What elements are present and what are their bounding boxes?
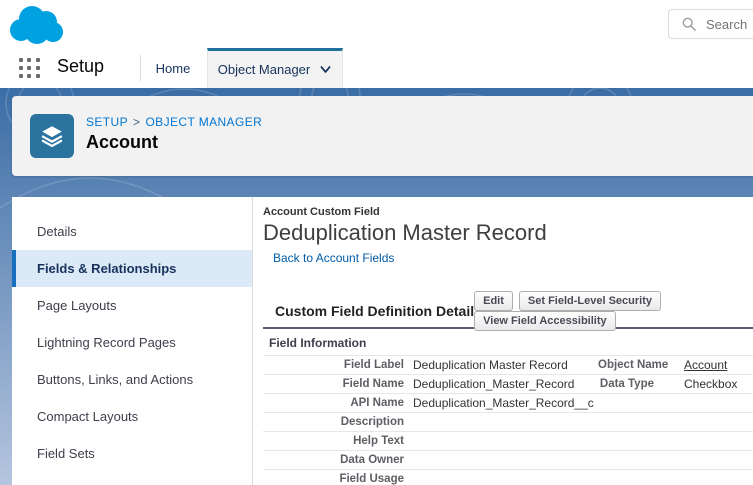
field-row-value: Deduplication Master Record <box>413 358 568 372</box>
top-bar <box>0 0 753 48</box>
field-title: Deduplication Master Record <box>263 220 547 245</box>
field-row-label-2: Data Type <box>599 378 654 390</box>
field-row-value-2: Checkbox <box>684 377 738 391</box>
sidebar-item-object-limits[interactable]: Object Limits <box>12 472 252 485</box>
edit-button[interactable]: Edit <box>474 291 513 311</box>
field-row-label: Field Name <box>342 378 404 390</box>
field-row-label: Field Label <box>343 359 404 371</box>
tab-object-manager-label: Object Manager <box>217 62 311 77</box>
object-name-link[interactable]: Account <box>684 358 727 372</box>
field-row-data-owner: Data Owner <box>263 450 753 469</box>
field-row-label-2: Object Name <box>598 359 669 371</box>
breadcrumb: SETUP > OBJECT MANAGER <box>86 115 262 129</box>
detail-button-group: Edit Set Field-Level SecurityView Field A… <box>474 291 753 331</box>
search-icon <box>682 17 696 31</box>
search-input[interactable] <box>706 16 753 32</box>
field-row-label: API Name <box>350 397 404 409</box>
sidebar-item-field-sets[interactable]: Field Sets <box>12 435 252 472</box>
sidebar-item-page-layouts[interactable]: Page Layouts <box>12 287 252 324</box>
object-manager-icon <box>30 114 74 158</box>
field-row-label: Data Owner <box>340 454 404 466</box>
field-information-title: Field Information <box>269 336 367 350</box>
breadcrumb-separator: > <box>133 115 141 129</box>
breadcrumb-setup-link[interactable]: SETUP <box>86 115 128 129</box>
field-row-value: Deduplication_Master_Record <box>413 377 575 391</box>
field-row-value: Deduplication_Master_Record__c <box>413 396 594 410</box>
field-row-field-label: Field Label Deduplication Master Record Ob… <box>263 355 753 374</box>
chevron-down-icon <box>320 66 331 73</box>
field-row-help-text: Help Text <box>263 431 753 450</box>
tab-home-label: Home <box>155 60 191 76</box>
view-field-accessibility-button[interactable]: View Field Accessibility <box>474 311 616 331</box>
tab-home[interactable]: Home <box>148 48 198 88</box>
page-header-card: SETUP > OBJECT MANAGER Account <box>12 96 753 176</box>
field-row-field-usage: Field Usage <box>263 469 753 485</box>
sidebar-item-buttons-links-and-actions[interactable]: Buttons, Links, and Actions <box>12 361 252 398</box>
field-row-description: Description <box>263 412 753 431</box>
sidebar-item-compact-layouts[interactable]: Compact Layouts <box>12 398 252 435</box>
nav-divider <box>140 55 141 81</box>
salesforce-logo-icon[interactable] <box>8 4 64 46</box>
setup-nav-bar: Setup Home Object Manager <box>0 48 753 88</box>
setup-app-label: Setup <box>57 56 105 76</box>
field-row-label: Description <box>340 416 404 428</box>
field-row-value-2: Account <box>663 358 753 372</box>
back-to-account-fields-link[interactable]: Back to Account Fields <box>273 251 394 265</box>
global-search-box[interactable] <box>668 9 753 39</box>
field-row-label: Help Text <box>353 435 404 447</box>
sidebar-item-details[interactable]: Details <box>12 213 252 250</box>
object-manager-sidebar: Details Fields & Relationships Page Layout… <box>12 197 253 485</box>
page-title: Account <box>86 132 158 152</box>
field-eyebrow-label: Account Custom Field <box>263 206 380 218</box>
detail-section-title: Custom Field Definition Detail <box>275 303 475 319</box>
app-launcher-icon[interactable] <box>19 58 41 79</box>
sidebar-list: Details Fields & Relationships Page Layout… <box>12 213 252 485</box>
field-row-field-name: Field Name Deduplication_Master_Record Dat… <box>263 374 753 393</box>
set-field-level-security-button[interactable]: Set Field-Level Security <box>518 291 662 311</box>
detail-section-header: Custom Field Definition Detail Edit Set F… <box>263 291 753 331</box>
breadcrumb-object-manager-link[interactable]: OBJECT MANAGER <box>145 115 262 129</box>
field-row-api-name: API Name Deduplication_Master_Record__c <box>263 393 753 412</box>
main-content: Account Custom Field Deduplication Maste… <box>253 197 753 485</box>
field-information-table: Field Label Deduplication Master Record Ob… <box>263 355 753 485</box>
sidebar-item-fields-relationships[interactable]: Fields & Relationships <box>12 250 252 287</box>
sidebar-item-lightning-record-pages[interactable]: Lightning Record Pages <box>12 324 252 361</box>
layers-icon <box>41 126 63 148</box>
field-row-label: Field Usage <box>339 472 404 485</box>
tab-object-manager[interactable]: Object Manager <box>207 48 343 88</box>
